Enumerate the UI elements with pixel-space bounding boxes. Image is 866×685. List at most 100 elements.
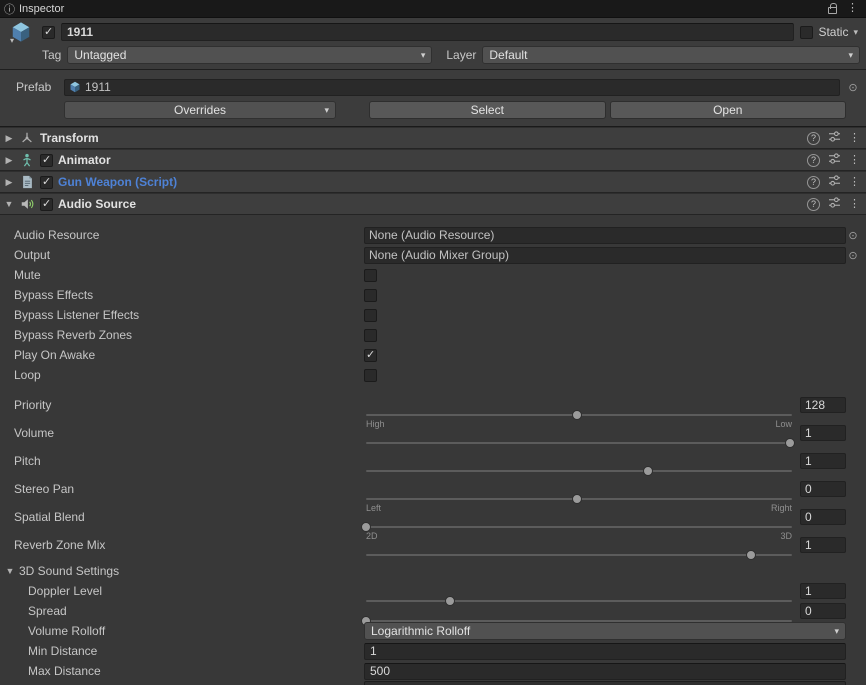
presets-icon[interactable]: [828, 197, 841, 211]
slider-max-label: Low: [775, 419, 792, 429]
component-header-audio-source[interactable]: ▼ Audio Source ? ⋮: [0, 193, 866, 215]
property-label: Bypass Listener Effects: [14, 308, 140, 322]
property-row-reverb-zone-mix: Reverb Zone Mix 1: [0, 531, 866, 560]
gameobject-icon-button[interactable]: ▾: [6, 21, 36, 45]
component-header-animator[interactable]: ▶ Animator ? ⋮: [0, 149, 866, 171]
property-row-mute: Mute: [0, 265, 866, 285]
property-label: Spatial Blend: [14, 510, 85, 524]
layer-dropdown[interactable]: Default ▾: [482, 46, 860, 64]
volume-value-field[interactable]: 1: [800, 425, 846, 441]
presets-icon[interactable]: [828, 175, 841, 189]
object-picker-icon[interactable]: ⊙: [846, 81, 860, 94]
foldout-arrow-icon[interactable]: ▶: [4, 177, 14, 188]
property-label: Play On Awake: [14, 348, 96, 362]
help-icon[interactable]: ?: [807, 153, 820, 167]
slider-thumb[interactable]: [571, 494, 582, 504]
property-row-priority: Priority High Low 128: [0, 391, 866, 429]
static-checkbox[interactable]: [800, 25, 814, 39]
foldout-arrow-icon[interactable]: ▼: [4, 199, 14, 209]
bypass-reverb-zones-checkbox[interactable]: [364, 328, 377, 342]
component-title: Gun Weapon (Script): [58, 175, 178, 189]
min-distance-input[interactable]: [364, 642, 846, 660]
doppler-level-value-field[interactable]: 1: [800, 583, 846, 599]
open-button[interactable]: Open: [609, 101, 846, 119]
component-enabled-checkbox[interactable]: [40, 153, 53, 167]
audio-resource-field[interactable]: None (Audio Resource): [364, 226, 846, 244]
tab-title: Inspector: [19, 2, 65, 15]
priority-value-field[interactable]: 128: [800, 397, 846, 413]
slider-thumb[interactable]: [445, 596, 455, 606]
active-checkbox[interactable]: [42, 25, 55, 39]
property-label: Min Distance: [28, 644, 98, 658]
property-label: Pitch: [14, 454, 41, 468]
reverb-zone-mix-value-field[interactable]: 1: [800, 537, 846, 553]
slider-thumb[interactable]: [642, 466, 653, 476]
property-row-doppler-level: Doppler Level 1: [0, 581, 866, 606]
object-picker-icon[interactable]: ⊙: [846, 229, 860, 242]
presets-icon[interactable]: [828, 153, 841, 167]
slider-track: [366, 554, 792, 556]
help-icon[interactable]: ?: [807, 175, 820, 189]
overrides-dropdown[interactable]: Overrides ▾: [64, 101, 336, 119]
chevron-down-icon: ▾: [324, 104, 329, 115]
property-row-output: Output None (Audio Mixer Group) ⊙: [0, 245, 866, 265]
component-title: Audio Source: [58, 197, 137, 211]
component-header-gun-weapon-script[interactable]: ▶ Gun Weapon (Script) ? ⋮: [0, 171, 866, 193]
property-label: Loop: [14, 368, 41, 382]
component-enabled-checkbox[interactable]: [40, 197, 53, 211]
slider-thumb[interactable]: [571, 410, 582, 420]
slider-min-label: Left: [366, 503, 382, 513]
output-field[interactable]: None (Audio Mixer Group): [364, 246, 846, 264]
component-enabled-checkbox[interactable]: [40, 175, 53, 189]
tag-value: Untagged: [74, 48, 127, 62]
spread-value-field[interactable]: 0: [800, 603, 846, 619]
bypass-listener-effects-checkbox[interactable]: [364, 308, 377, 322]
kebab-menu-icon[interactable]: ⋮: [849, 132, 860, 144]
animator-icon: [19, 152, 35, 168]
help-icon[interactable]: ?: [807, 197, 820, 211]
object-picker-icon[interactable]: ⊙: [846, 249, 860, 262]
pitch-value-field[interactable]: 1: [800, 453, 846, 469]
stereo-pan-value-field[interactable]: 0: [800, 481, 846, 497]
property-row-pitch: Pitch 1: [0, 447, 866, 476]
inspector-titlebar: ⓘ Inspector ⋮: [0, 0, 866, 18]
foldout-arrow-icon: ▼: [5, 566, 15, 576]
help-icon[interactable]: ?: [807, 131, 820, 145]
kebab-menu-icon[interactable]: ⋮: [849, 154, 860, 166]
play-on-awake-checkbox[interactable]: [364, 348, 377, 362]
property-label: Mute: [14, 268, 41, 282]
bypass-effects-checkbox[interactable]: [364, 288, 377, 302]
max-distance-input[interactable]: [364, 662, 846, 680]
name-input[interactable]: [61, 23, 795, 41]
loop-checkbox[interactable]: [364, 368, 377, 382]
property-row-bypass-reverb-zones: Bypass Reverb Zones: [0, 325, 866, 345]
tag-dropdown[interactable]: Untagged ▾: [67, 46, 433, 64]
foldout-arrow-icon[interactable]: ▶: [4, 133, 14, 144]
property-row-volume: Volume 1: [0, 419, 866, 448]
component-title: Animator: [58, 153, 111, 167]
audio-resource-value: None (Audio Resource): [369, 228, 495, 242]
spatial-blend-value-field[interactable]: 0: [800, 509, 846, 525]
component-header-transform[interactable]: ▶ Transform ? ⋮: [0, 127, 866, 149]
slider-max-label: 3D: [780, 531, 792, 541]
static-dropdown-arrow[interactable]: ▾: [853, 27, 858, 38]
property-label: Volume Rolloff: [28, 624, 106, 638]
chevron-down-icon: ▾: [420, 49, 426, 60]
mute-checkbox[interactable]: [364, 268, 377, 282]
select-button[interactable]: Select: [369, 101, 606, 119]
slider-track: [366, 442, 792, 444]
foldout-arrow-icon[interactable]: ▶: [4, 155, 14, 166]
slider-track: [366, 600, 792, 602]
presets-icon[interactable]: [828, 131, 841, 145]
tab-inspector[interactable]: ⓘ Inspector: [4, 1, 64, 17]
lock-icon[interactable]: [828, 3, 837, 14]
slider-thumb[interactable]: [784, 438, 795, 448]
kebab-menu-icon[interactable]: ⋮: [847, 3, 858, 14]
slider-thumb[interactable]: [746, 550, 756, 560]
foldout-3d-sound-settings[interactable]: ▼ 3D Sound Settings: [0, 561, 866, 581]
volume-rolloff-dropdown[interactable]: Logarithmic Rolloff ▾: [364, 622, 846, 640]
kebab-menu-icon[interactable]: ⋮: [849, 198, 860, 210]
prefab-object-field[interactable]: 1911: [64, 78, 840, 96]
kebab-menu-icon[interactable]: ⋮: [849, 176, 860, 188]
info-icon: ⓘ: [4, 3, 15, 16]
